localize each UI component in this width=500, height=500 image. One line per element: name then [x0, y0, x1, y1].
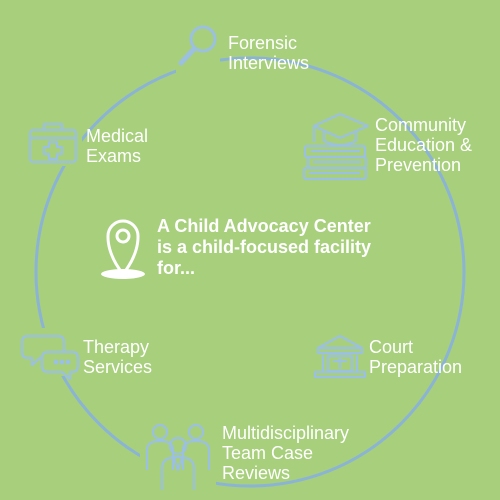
diagram: A Child Advocacy Center is a child-focus…: [0, 0, 500, 500]
node-label-court-preparation: Court Preparation: [369, 337, 463, 377]
node-label-medical-exams: Medical Exams: [86, 126, 149, 166]
node-label-multidisciplinary-team: Multidisciplinary Team Case Reviews: [222, 423, 350, 483]
node-label-community-education: Community Education & Prevention: [375, 115, 473, 175]
center-statement: A Child Advocacy Center is a child-focus…: [157, 216, 372, 278]
icon-mask-team: [140, 418, 216, 500]
node-label-therapy-services: Therapy Services: [83, 337, 153, 377]
node-label-forensic-interviews: Forensic Interviews: [228, 33, 310, 73]
location-pin-icon: [101, 219, 145, 279]
icon-mask-forensic: [176, 22, 220, 74]
